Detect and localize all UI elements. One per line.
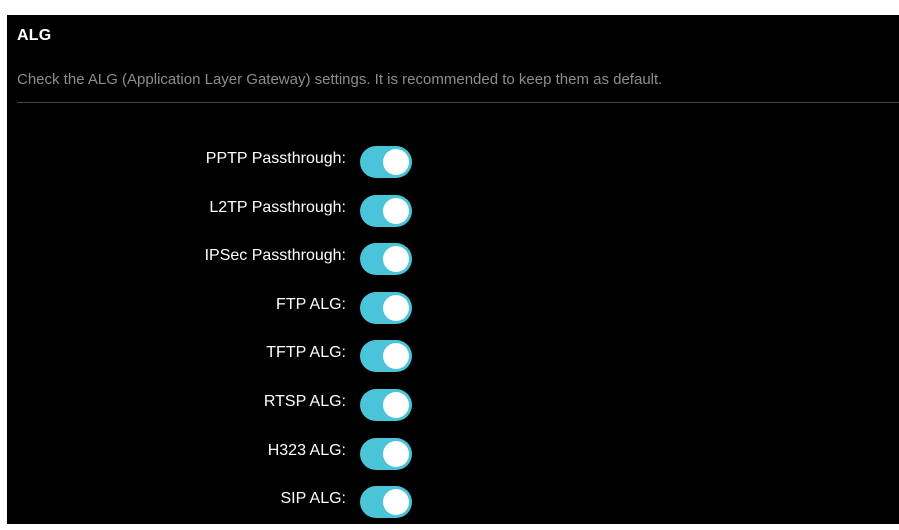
toggle-knob: [383, 294, 409, 321]
toggle-knob: [383, 343, 409, 370]
sip-alg-toggle[interactable]: [360, 486, 412, 519]
h323-alg-toggle[interactable]: [360, 437, 412, 470]
divider: [17, 102, 899, 103]
ipsec-passthrough-label: IPSec Passthrough:: [204, 247, 346, 265]
sip-alg-label: SIP ALG:: [280, 490, 346, 508]
section-description: Check the ALG (Application Layer Gateway…: [17, 71, 663, 88]
tftp-alg-label: TFTP ALG:: [266, 344, 346, 362]
rtsp-alg-label: RTSP ALG:: [263, 392, 346, 410]
alg-settings-panel: ALG Check the ALG (Application Layer Gat…: [7, 15, 899, 524]
toggle-knob: [383, 246, 409, 273]
toggle-knob: [383, 440, 409, 467]
ftp-alg-toggle[interactable]: [360, 291, 412, 324]
tftp-alg-toggle[interactable]: [360, 340, 412, 373]
alg-settings-list: PPTP Passthrough: L2TP Passthrough: IPSe…: [7, 141, 899, 530]
setting-row-tftp-alg: TFTP ALG:: [7, 335, 899, 384]
l2tp-passthrough-toggle[interactable]: [360, 194, 412, 227]
section-title: ALG: [17, 27, 52, 44]
setting-row-sip-alg: SIP ALG:: [7, 481, 899, 530]
rtsp-alg-toggle[interactable]: [360, 388, 412, 421]
ipsec-passthrough-toggle[interactable]: [360, 243, 412, 276]
setting-row-ipsec-passthrough: IPSec Passthrough:: [7, 238, 899, 287]
setting-row-h323-alg: H323 ALG:: [7, 433, 899, 482]
h323-alg-label: H323 ALG:: [267, 441, 346, 459]
setting-row-pptp-passthrough: PPTP Passthrough:: [7, 141, 899, 190]
ftp-alg-label: FTP ALG:: [276, 295, 346, 313]
pptp-passthrough-toggle[interactable]: [360, 146, 412, 178]
toggle-knob: [383, 149, 409, 175]
toggle-knob: [383, 197, 409, 224]
toggle-knob: [383, 489, 409, 516]
setting-row-l2tp-passthrough: L2TP Passthrough:: [7, 190, 899, 239]
setting-row-rtsp-alg: RTSP ALG:: [7, 384, 899, 433]
toggle-knob: [383, 391, 409, 418]
l2tp-passthrough-label: L2TP Passthrough:: [209, 198, 346, 216]
pptp-passthrough-label: PPTP Passthrough:: [205, 150, 346, 167]
setting-row-ftp-alg: FTP ALG:: [7, 287, 899, 336]
